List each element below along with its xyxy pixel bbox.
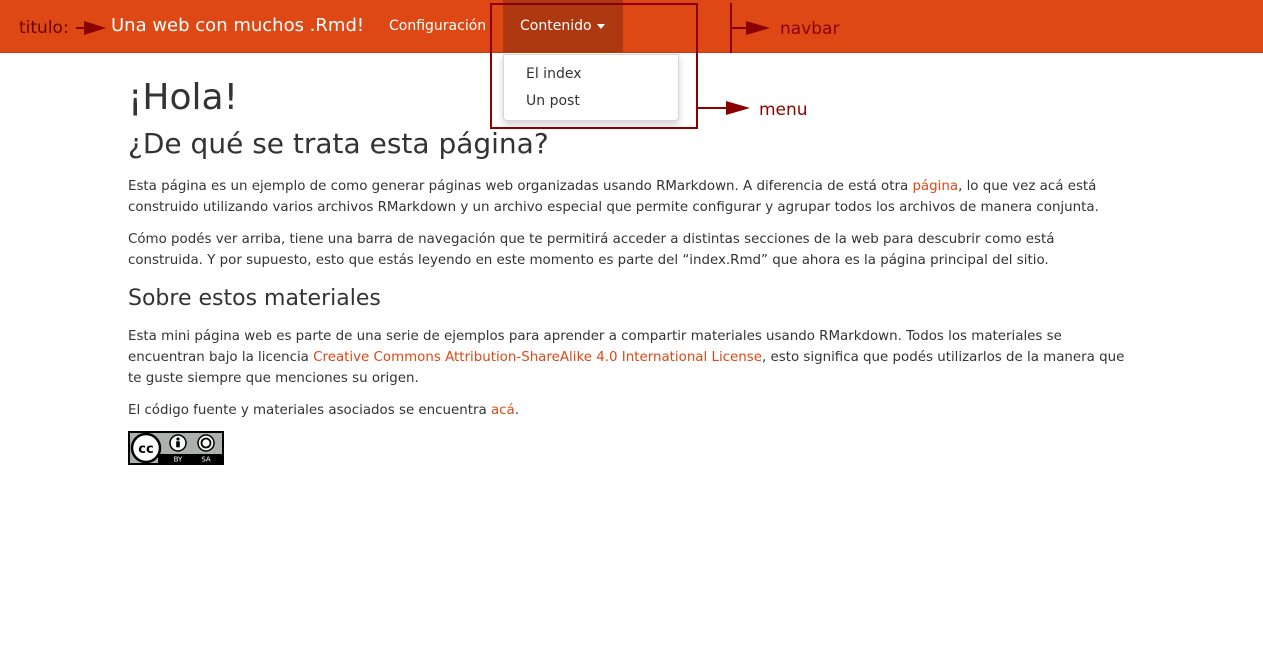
cc-by-sa-icon: cc BY SA [130,433,222,463]
badge-sa-label: SA [201,456,211,464]
badge-by-label: BY [174,456,183,464]
page-title: ¡Hola! [128,77,239,118]
svg-text:cc: cc [138,442,153,457]
nav-configuracion[interactable]: Configuración [389,0,486,53]
site-title[interactable]: Una web con muchos .Rmd! [111,13,364,39]
paragraph-navigation: Cómo podés ver arriba, tiene una barra d… [128,232,1055,268]
cc-by-sa-license-badge[interactable]: cc BY SA [128,431,224,465]
paragraph-materials: Esta mini página web es parte de una ser… [128,326,1128,389]
main-content: ¡Hola! ¿De qué se trata esta página? Est… [128,70,1128,465]
paragraph-source: El código fuente y materiales asociados … [128,400,1128,421]
paragraph-source-text-1: El código fuente y materiales asociados … [128,403,491,418]
link-cc-license[interactable]: Creative Commons Attribution-ShareAlike … [313,350,762,365]
link-pagina[interactable]: página [912,179,958,194]
section-heading-about: ¿De qué se trata esta página? [128,127,549,160]
section-heading-materials: Sobre estos materiales [128,286,381,311]
annotation-titulo: titulo: [19,18,69,38]
paragraph-source-text-2: . [514,403,519,418]
link-aca[interactable]: acá [491,403,515,418]
annotation-navbar: navbar [780,19,840,39]
paragraph-intro: Esta página es un ejemplo de como genera… [128,176,1128,218]
paragraph-intro-text-1: Esta página es un ejemplo de como genera… [128,179,913,194]
